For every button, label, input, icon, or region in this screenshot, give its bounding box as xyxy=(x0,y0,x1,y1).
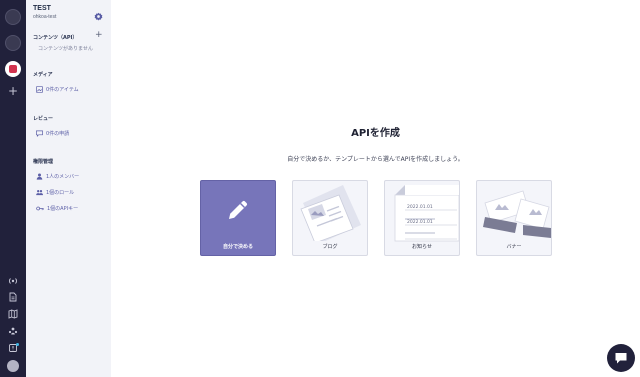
image-icon xyxy=(36,85,43,93)
blog-template-card[interactable]: ブログ xyxy=(292,180,368,256)
service-id: ohkoa-test xyxy=(33,14,57,20)
page-subtitle: 自分で決めるか、テンプレートから選んでAPIを作成しましょう。 xyxy=(287,156,464,163)
service-avatar-2[interactable] xyxy=(5,35,21,51)
media-section-label: メディア xyxy=(33,72,53,78)
service-avatar-active[interactable] xyxy=(5,61,21,77)
add-content-api-icon[interactable]: + xyxy=(95,31,103,40)
card-label: 自分で決める xyxy=(222,244,253,250)
review-section-label: レビュー xyxy=(33,116,54,122)
permissions-section-label: 権限管理 xyxy=(33,159,54,165)
banner-template-card[interactable]: バナー xyxy=(476,180,552,256)
service-avatar-1[interactable] xyxy=(5,9,21,25)
workspace-rail: + xyxy=(0,0,26,377)
create-custom-api-card[interactable]: 自分で決める xyxy=(200,180,276,256)
sidebar-item-review-label: 0件の申請 xyxy=(46,130,70,137)
card-label: お知らせ xyxy=(412,244,432,250)
map-icon[interactable] xyxy=(8,309,18,319)
contents-section-label: コンテンツ（API） xyxy=(33,35,78,41)
person-icon xyxy=(36,173,43,180)
document-icon[interactable] xyxy=(8,292,18,302)
sidebar-item-roles[interactable]: 1個のロール xyxy=(36,187,74,197)
service-sidebar: TEST ohkoa-test コンテンツ（API） + コンテンツがありません… xyxy=(26,0,111,377)
chat-icon xyxy=(615,353,627,364)
broadcast-icon[interactable] xyxy=(8,276,18,286)
user-avatar[interactable] xyxy=(7,360,19,372)
news-date: 2022.01.01 xyxy=(407,205,433,210)
group-icon xyxy=(36,189,43,195)
news-date: 2022.01.01 xyxy=(407,220,433,225)
sidebar-item-members-label: 1人のメンバー xyxy=(46,173,80,180)
sidebar-item-review[interactable]: 0件の申請 xyxy=(36,128,69,138)
gear-icon[interactable] xyxy=(94,6,103,21)
contents-empty-text: コンテンツがありません xyxy=(38,45,93,52)
notification-dot xyxy=(16,343,19,346)
app-window: + TEST ohkoa-test コンテンツ（API） + コンテンツがありま… xyxy=(0,0,640,377)
main-content: APIを作成 自分で決めるか、テンプレートから選んでAPIを作成しましょう。 自… xyxy=(111,0,640,377)
chat-bubble-icon xyxy=(36,130,43,137)
add-service-icon[interactable]: + xyxy=(0,84,26,98)
news-template-card[interactable]: 2022.01.01 2022.01.01 お知らせ xyxy=(384,180,460,256)
sidebar-item-members[interactable]: 1人のメンバー xyxy=(36,171,79,181)
support-chat-button[interactable] xyxy=(607,344,635,372)
card-label: ブログ xyxy=(322,244,338,250)
blog-template-icon xyxy=(300,185,361,241)
sidebar-item-api-keys-label: 1個のAPIキー xyxy=(47,205,79,212)
service-name: TEST xyxy=(33,5,51,12)
sidebar-item-api-keys[interactable]: 1個のAPIキー xyxy=(36,203,78,213)
team-icon[interactable] xyxy=(8,326,18,336)
pencil-icon xyxy=(229,200,248,219)
sidebar-item-media-label: 0件のアイテム xyxy=(46,86,79,93)
sidebar-item-roles-label: 1個のロール xyxy=(46,189,75,196)
card-label: バナー xyxy=(506,244,522,250)
key-icon xyxy=(36,206,44,210)
news-template-icon xyxy=(394,185,459,242)
sidebar-item-media[interactable]: 0件のアイテム xyxy=(36,84,79,94)
page-title: APIを作成 xyxy=(351,128,400,139)
banner-template-icon xyxy=(483,190,551,238)
